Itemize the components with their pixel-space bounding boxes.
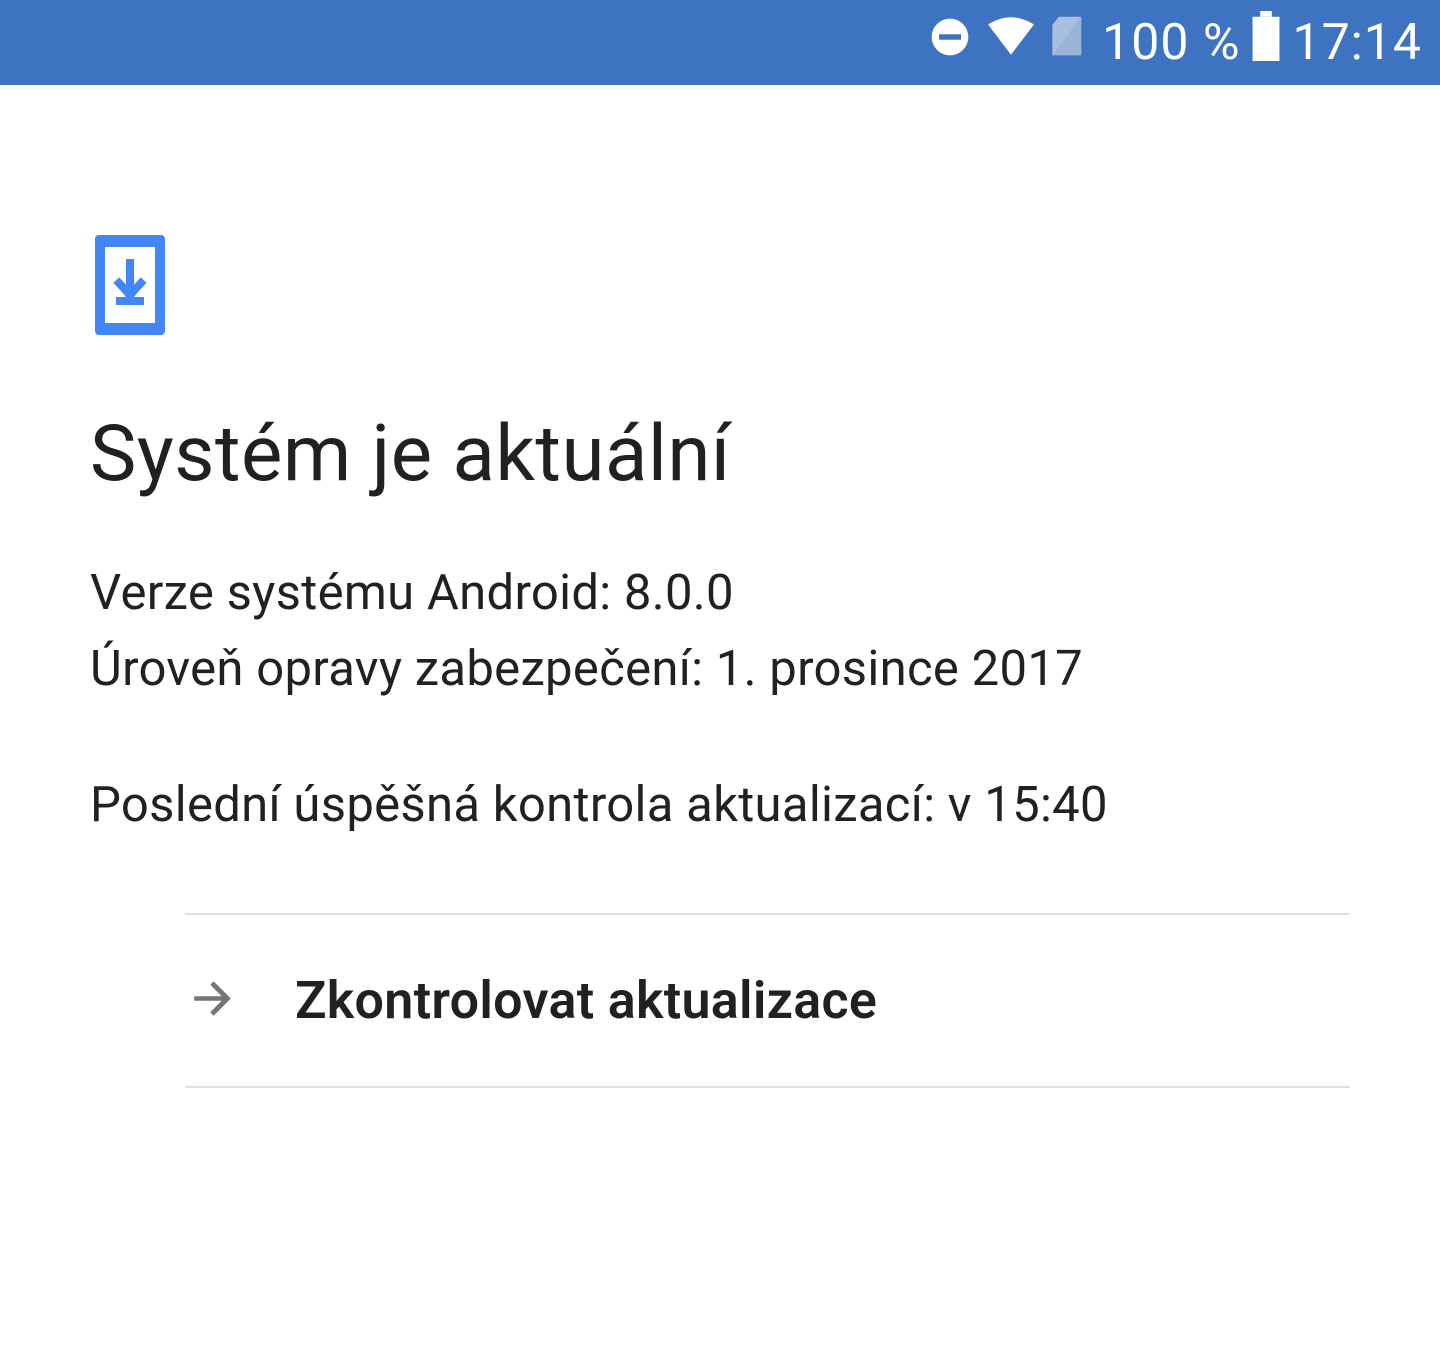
arrow-right-icon <box>185 971 240 1030</box>
security-patch-line: Úroveň opravy zabezpečení: 1. prosince 2… <box>90 631 1350 707</box>
status-icons <box>928 11 1090 74</box>
no-sim-icon <box>1050 12 1090 73</box>
divider <box>185 1086 1350 1088</box>
status-bar: 100 % 17:14 <box>0 0 1440 85</box>
check-updates-button[interactable]: Zkontrolovat aktualizace <box>185 915 1350 1086</box>
battery-icon <box>1252 11 1280 74</box>
action-section: Zkontrolovat aktualizace <box>90 913 1350 1088</box>
last-check-line: Poslední úspěšná kontrola aktualizací: v… <box>90 767 1350 843</box>
system-update-icon <box>95 235 1350 339</box>
main-content: Systém je aktuální Verze systému Android… <box>0 85 1440 1088</box>
page-title: Systém je aktuální <box>90 409 1350 500</box>
wifi-icon <box>986 11 1036 74</box>
status-time: 17:14 <box>1292 14 1422 72</box>
check-updates-label: Zkontrolovat aktualizace <box>295 970 877 1031</box>
do-not-disturb-icon <box>928 14 972 72</box>
android-version-line: Verze systému Android: 8.0.0 <box>90 555 1350 631</box>
battery-percent: 100 % <box>1102 14 1240 72</box>
